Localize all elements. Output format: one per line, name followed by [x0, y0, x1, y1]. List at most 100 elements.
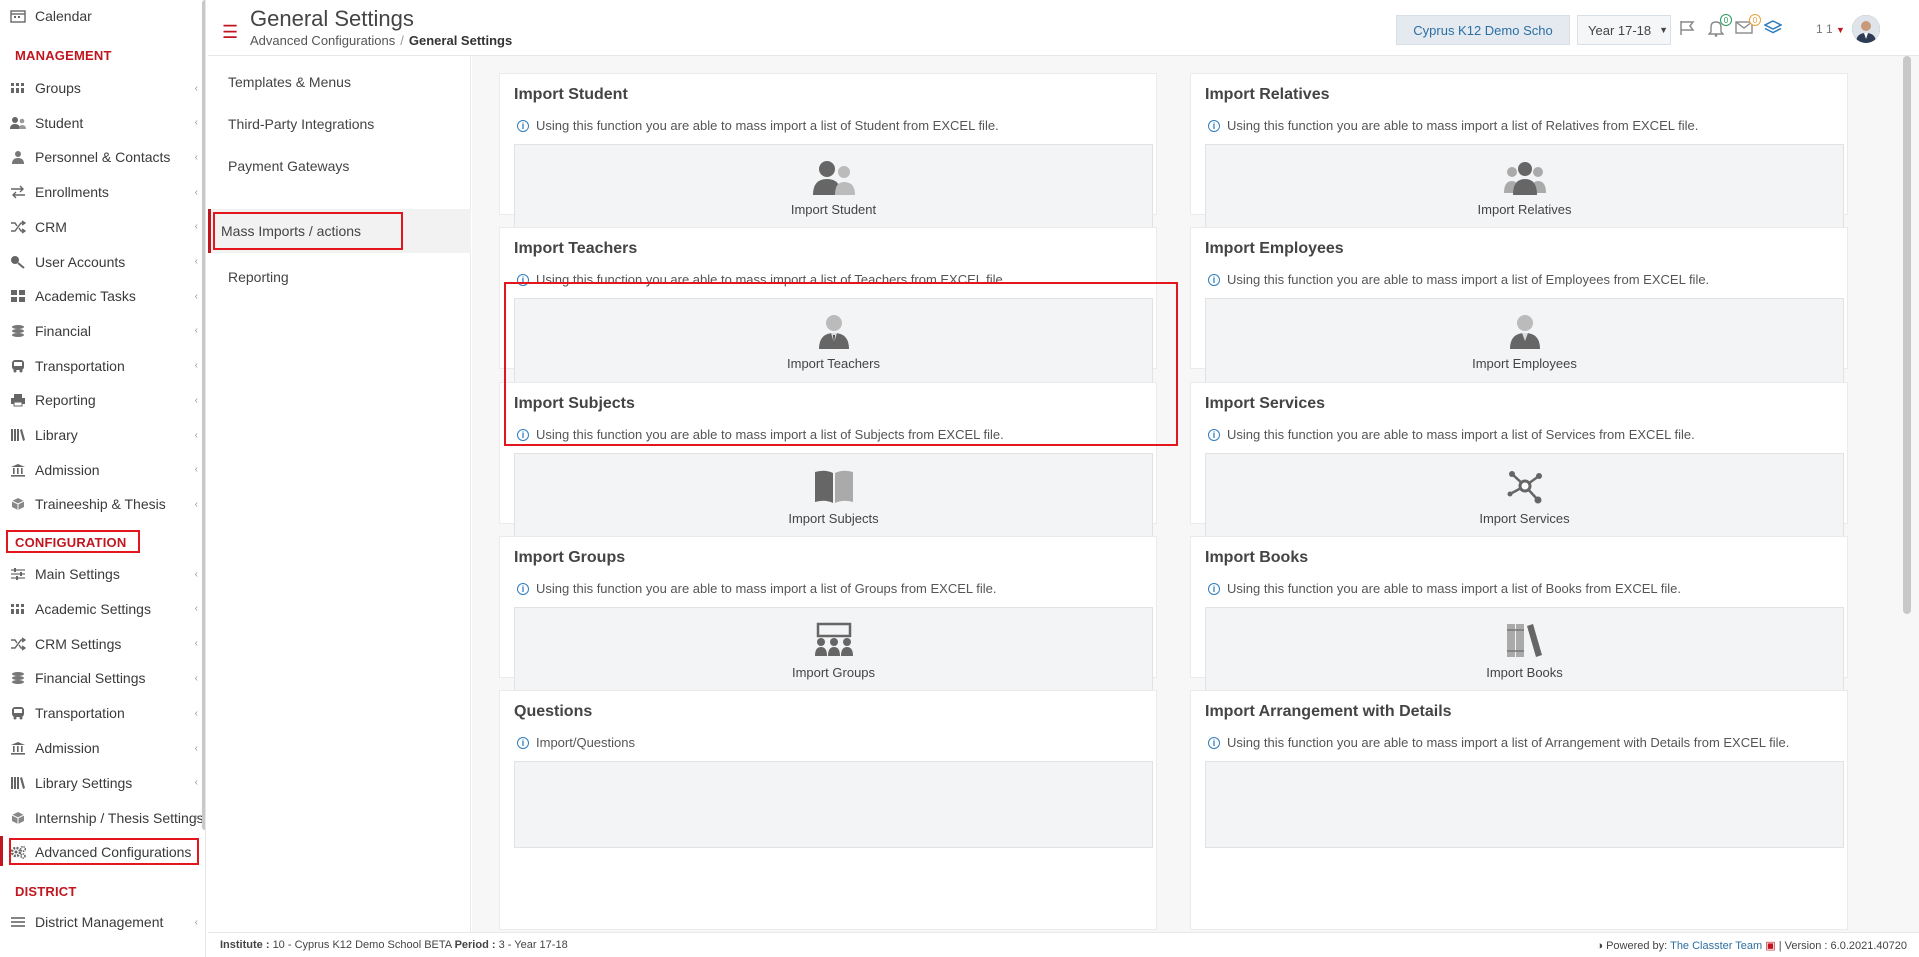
- calendar-icon: [10, 9, 26, 23]
- school-selector[interactable]: Cyprus K12 Demo Scho: [1396, 15, 1570, 45]
- breadcrumb-parent[interactable]: Advanced Configurations: [250, 33, 395, 48]
- sidebar-item-financial-settings[interactable]: Financial Settings ‹: [0, 663, 205, 693]
- sidebar-item-reporting[interactable]: Reporting ‹: [0, 385, 205, 415]
- info-icon: i: [1208, 736, 1220, 749]
- caret-down-icon: ▼: [1836, 25, 1845, 35]
- district-header: DISTRICT: [15, 884, 77, 899]
- sidebar-item-transportation[interactable]: Transportation ‹: [0, 351, 205, 381]
- questions-button[interactable]: [514, 761, 1153, 848]
- sidebar-scrollbar[interactable]: [202, 0, 205, 830]
- info-icon: i: [517, 582, 529, 595]
- chevron-left-icon: ‹: [194, 812, 198, 824]
- sidebar-item-academic-settings[interactable]: Academic Settings ‹: [0, 594, 205, 624]
- sidebar-item-district-management[interactable]: District Management ‹: [0, 907, 205, 937]
- import-relatives-button[interactable]: Import Relatives: [1205, 144, 1844, 231]
- chevron-left-icon: ‹: [194, 638, 198, 650]
- coins-icon: [10, 324, 26, 338]
- sidebar-item-crm-settings[interactable]: CRM Settings ‹: [0, 629, 205, 659]
- avatar[interactable]: [1852, 15, 1880, 43]
- powered-label: Powered by:: [1606, 940, 1668, 952]
- sidebar-item-admission[interactable]: Admission ‹: [0, 455, 205, 485]
- hamburger-menu-icon[interactable]: ☰: [222, 22, 238, 43]
- sidebar-item-financial[interactable]: Financial ‹: [0, 316, 205, 346]
- info-icon: i: [1208, 582, 1220, 595]
- card-import-books: Import Books i Using this function you are…: [1190, 536, 1848, 694]
- sidebar-item-enrollments[interactable]: Enrollments ‹: [0, 177, 205, 207]
- subnav-third-party-integrations[interactable]: Third-Party Integrations: [208, 104, 471, 144]
- sidebar-item-internship-thesis-settings[interactable]: Internship / Thesis Settings ‹: [0, 803, 205, 833]
- user-menu[interactable]: 1 1 ▼: [1816, 22, 1845, 36]
- layers-icon[interactable]: [1763, 20, 1783, 39]
- sidebar-item-groups[interactable]: Groups ‹: [0, 73, 205, 103]
- sidebar-item-label: CRM: [35, 218, 67, 235]
- subnav-reporting[interactable]: Reporting: [208, 257, 471, 297]
- printer-icon: [10, 393, 26, 407]
- card-import-groups: Import Groups i Using this function you ar…: [499, 536, 1157, 694]
- top-bar: ☰ General Settings Advanced Configuratio…: [208, 0, 1919, 56]
- chevron-left-icon: ‹: [194, 603, 198, 615]
- card-import-employees: Import Employees i Using this function you…: [1190, 227, 1848, 385]
- sidebar-item-label: Student: [35, 114, 84, 131]
- sidebar-item-main-settings[interactable]: Main Settings ‹: [0, 559, 205, 589]
- card-title: Import Teachers: [514, 240, 638, 257]
- subnav-templates-menus[interactable]: Templates & Menus: [208, 62, 471, 102]
- sidebar-item-library-settings[interactable]: Library Settings ‹: [0, 768, 205, 798]
- card-description-text: Using this function you are able to mass…: [1227, 581, 1681, 596]
- import-groups-button[interactable]: Import Groups: [514, 607, 1153, 694]
- sidebar-item-crm[interactable]: CRM ‹: [0, 212, 205, 242]
- chevron-left-icon: ‹: [194, 151, 198, 163]
- institute-label: Institute :: [220, 939, 270, 951]
- sidebar-item-transportation[interactable]: Transportation ‹: [0, 698, 205, 728]
- caret-down-icon: ▼: [1659, 25, 1669, 35]
- employee-icon: [1502, 313, 1548, 356]
- chevron-left-icon: ‹: [194, 672, 198, 684]
- import-books-button[interactable]: Import Books: [1205, 607, 1844, 694]
- mass-imports-highlight-box: [213, 212, 403, 250]
- sidebar-item-academic-tasks[interactable]: Academic Tasks ‹: [0, 281, 205, 311]
- sidebar-item-admission[interactable]: Admission ‹: [0, 733, 205, 763]
- info-icon: i: [517, 736, 529, 749]
- sidebar-item-label: Calendar: [35, 8, 92, 24]
- sidebar-item-student[interactable]: Student ‹: [0, 108, 205, 138]
- users-icon: [811, 159, 857, 202]
- groups-icon: [10, 81, 26, 95]
- card-description: i Import/Questions: [514, 735, 635, 750]
- relatives-icon: [1502, 159, 1548, 202]
- chevron-left-icon: ‹: [194, 498, 198, 510]
- book-icon: [811, 468, 857, 511]
- year-selector[interactable]: Year 17-18 ▼: [1577, 15, 1671, 45]
- chevron-left-icon: ‹: [194, 82, 198, 94]
- sidebar-item-personnel-contacts[interactable]: Personnel & Contacts ‹: [0, 142, 205, 172]
- sidebar-item-user-accounts[interactable]: User Accounts ‹: [0, 247, 205, 277]
- sidebar-item-traineeship-thesis[interactable]: Traineeship & Thesis ‹: [0, 489, 205, 519]
- import-subjects-button[interactable]: Import Subjects: [514, 453, 1153, 540]
- sidebar-item-library[interactable]: Library ‹: [0, 420, 205, 450]
- chevron-left-icon: ‹: [194, 360, 198, 372]
- chevron-left-icon: ‹: [194, 221, 198, 233]
- card-description-text: Using this function you are able to mass…: [1227, 735, 1790, 750]
- import-arrangement-with-details-button[interactable]: [1205, 761, 1844, 848]
- flag-icon[interactable]: [1678, 20, 1696, 39]
- import-student-button[interactable]: Import Student: [514, 144, 1153, 231]
- sidebar-item-label: Financial: [35, 322, 92, 339]
- info-icon: i: [1208, 428, 1220, 441]
- envelope-icon[interactable]: 0: [1735, 14, 1761, 38]
- main-scrollbar[interactable]: [1903, 56, 1911, 614]
- sidebar-item-label: Personnel & Contacts: [35, 149, 171, 166]
- import-employees-button[interactable]: Import Employees: [1205, 298, 1844, 385]
- card-import-relatives: Import Relatives i Using this function you…: [1190, 73, 1848, 231]
- card-title: Import Services: [1205, 395, 1326, 412]
- bell-icon[interactable]: 0: [1707, 14, 1732, 40]
- import-teachers-highlight-box: [504, 282, 1178, 446]
- sidebar-item-calendar[interactable]: Calendar: [0, 1, 205, 31]
- classter-team-link[interactable]: The Classter Team: [1670, 940, 1762, 952]
- card-description: i Using this function you are able to mas…: [1205, 735, 1789, 750]
- classroom-icon: [811, 622, 857, 665]
- import-services-button[interactable]: Import Services: [1205, 453, 1844, 540]
- card-title: Import Student: [514, 86, 628, 103]
- subnav-payment-gateways[interactable]: Payment Gateways: [208, 146, 471, 186]
- chevron-left-icon: ‹: [194, 325, 198, 337]
- card-import-student: Import Student i Using this function you a…: [499, 73, 1157, 231]
- card-questions: Questions i Import/Questions: [499, 690, 1157, 930]
- chevron-left-icon: ‹: [194, 117, 198, 129]
